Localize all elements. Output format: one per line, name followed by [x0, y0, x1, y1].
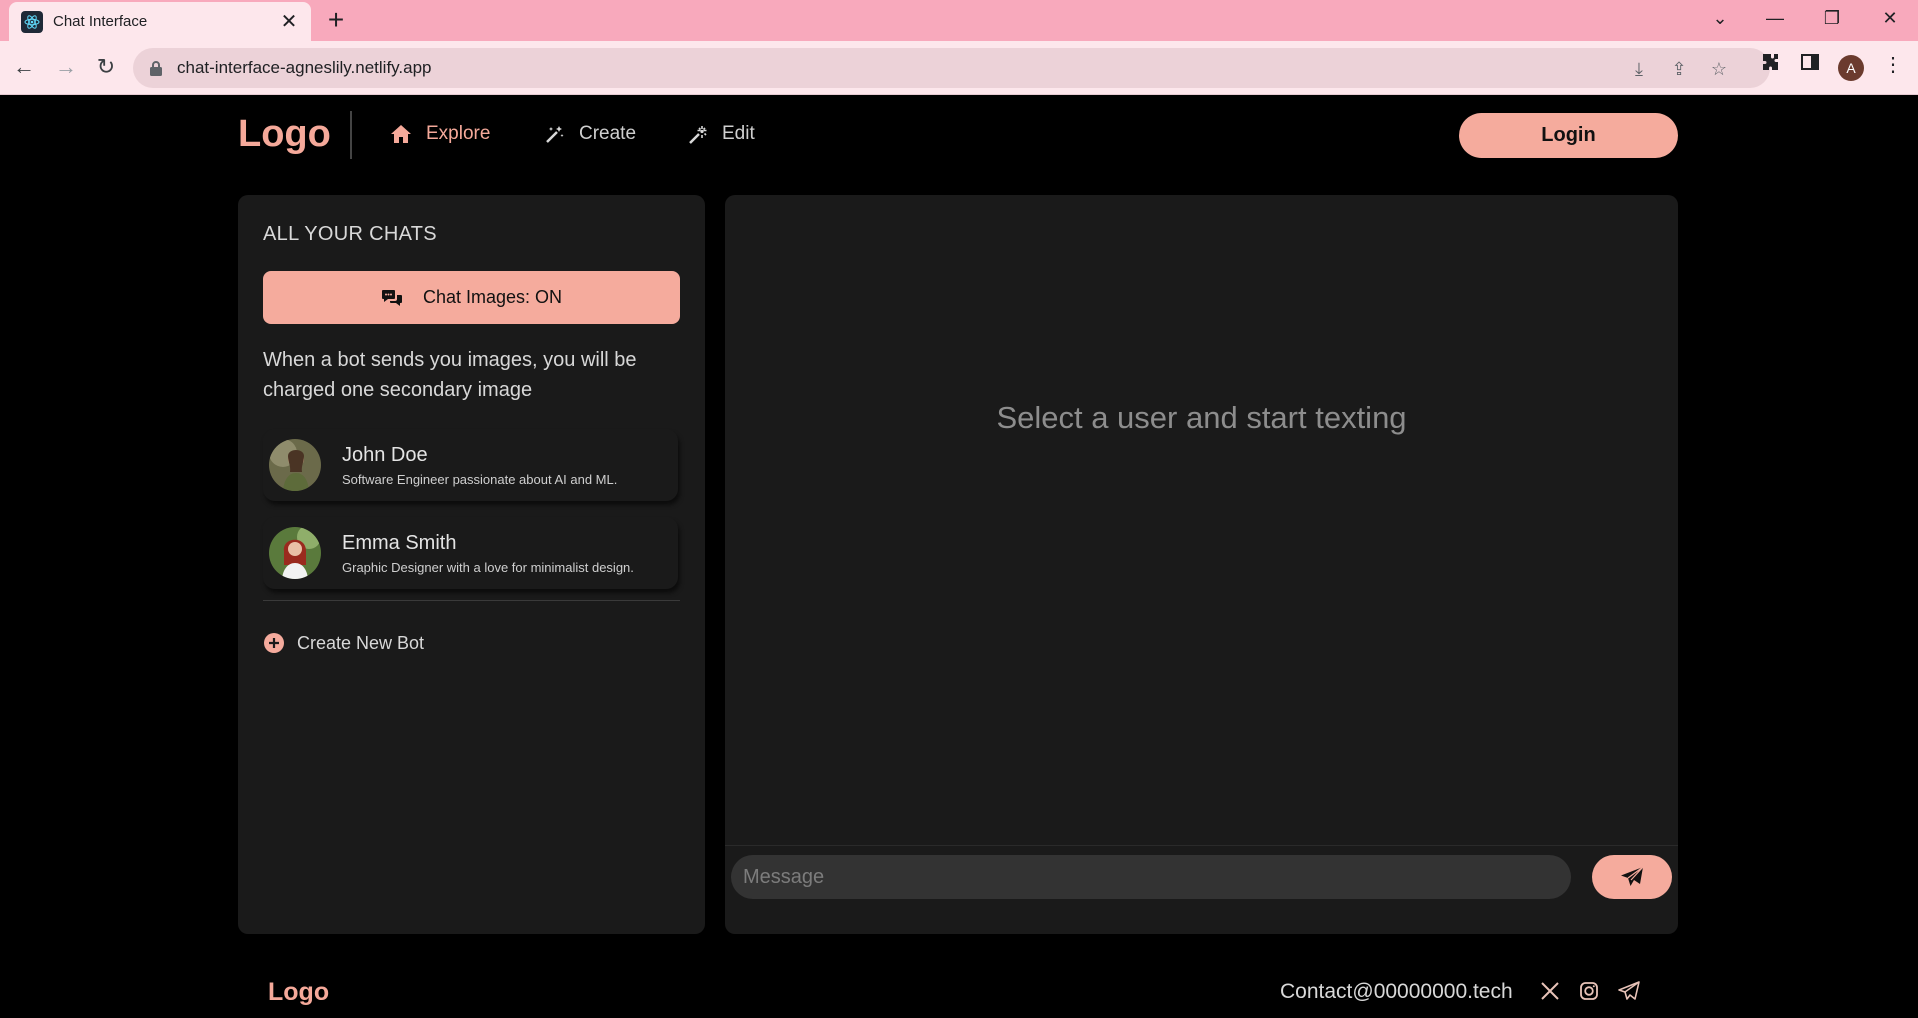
contact-description: Software Engineer passionate about AI an… — [342, 471, 618, 487]
nav-edit[interactable]: Edit — [688, 123, 755, 145]
nav-explore[interactable]: Explore — [390, 123, 490, 145]
profile-avatar[interactable]: A — [1838, 55, 1864, 81]
home-icon — [391, 125, 411, 143]
url-text: chat-interface-agneslily.netlify.app — [177, 58, 432, 77]
chat-panel: Select a user and start texting — [725, 195, 1678, 934]
magic-wand-icon — [546, 126, 564, 143]
install-app-icon[interactable]: ⤓ — [1628, 58, 1650, 80]
contact-item-john-doe[interactable]: John Doe Software Engineer passionate ab… — [263, 429, 678, 501]
image-charge-note: When a bot sends you images, you will be… — [263, 349, 637, 401]
sparkle-wand-icon — [689, 126, 707, 144]
nav-create-label: Create — [579, 123, 637, 144]
nav-edit-label: Edit — [722, 123, 755, 144]
tab-search-chevron-icon[interactable]: ⌄ — [1700, 4, 1740, 32]
empty-chat-message: Select a user and start texting — [996, 400, 1407, 435]
side-panel-icon[interactable] — [1797, 52, 1823, 78]
create-new-bot-button[interactable]: Create New Bot — [263, 632, 424, 654]
nav-explore-label: Explore — [426, 123, 491, 144]
contact-description: Graphic Designer with a love for minimal… — [342, 559, 634, 575]
header-divider — [350, 111, 352, 159]
message-input[interactable] — [731, 855, 1571, 899]
x-icon[interactable] — [1537, 978, 1563, 1004]
react-favicon-icon — [21, 10, 43, 33]
lock-icon — [150, 61, 162, 76]
contact-name: Emma Smith — [342, 531, 457, 554]
send-paper-plane-icon — [1621, 866, 1644, 886]
avatar — [269, 527, 321, 579]
url-omnibox[interactable]: chat-interface-agneslily.netlify.app ⤓ ⇪… — [133, 48, 1770, 88]
share-icon[interactable]: ⇪ — [1668, 58, 1690, 80]
header-logo[interactable]: Logo — [238, 113, 331, 156]
composer-divider — [725, 845, 1678, 846]
tab-title: Chat Interface — [53, 13, 148, 30]
back-arrow-icon[interactable]: ← — [10, 53, 38, 81]
contact-name: John Doe — [342, 443, 428, 466]
close-tab-icon[interactable]: ✕ — [279, 9, 299, 34]
extensions-puzzle-icon[interactable] — [1757, 52, 1783, 78]
minimize-button[interactable]: — — [1755, 4, 1795, 32]
instagram-icon[interactable] — [1576, 978, 1602, 1004]
telegram-icon[interactable] — [1616, 978, 1642, 1004]
contact-text: John Doe Software Engineer passionate ab… — [342, 444, 617, 487]
avatar — [269, 439, 321, 491]
contact-item-emma-smith[interactable]: Emma Smith Graphic Designer with a love … — [263, 517, 678, 589]
restore-button[interactable]: ❐ — [1812, 4, 1852, 32]
new-tab-button[interactable]: + — [322, 6, 350, 34]
nav-create[interactable]: Create — [545, 123, 636, 145]
chat-bubbles-icon — [381, 289, 402, 306]
close-window-button[interactable]: ✕ — [1870, 4, 1910, 32]
chat-images-toggle-label: Chat Images: ON — [422, 287, 563, 307]
bookmark-star-icon[interactable]: ☆ — [1708, 58, 1730, 80]
browser-address-bar: ← → ↻ chat-interface-agneslily.netlify.a… — [0, 41, 1918, 95]
send-button[interactable] — [1592, 855, 1672, 899]
create-new-bot-label: Create New Bot — [297, 632, 425, 653]
footer-logo[interactable]: Logo — [268, 978, 329, 1007]
reload-icon[interactable]: ↻ — [92, 53, 120, 81]
chat-images-toggle-button[interactable]: Chat Images: ON — [263, 271, 680, 324]
chats-sidebar: ALL YOUR CHATS Chat Images: ON When a bo… — [238, 195, 705, 934]
contact-text: Emma Smith Graphic Designer with a love … — [342, 532, 634, 575]
browser-tab-bar: Chat Interface ✕ + ⌄ — ❐ ✕ — [0, 0, 1918, 41]
forward-arrow-icon[interactable]: → — [52, 53, 80, 81]
footer-contact-email[interactable]: Contact@00000000.tech — [1280, 980, 1513, 1004]
plus-circle-icon — [264, 633, 284, 653]
login-button[interactable]: Login — [1459, 113, 1678, 158]
browser-menu-kebab-icon[interactable]: ⋮ — [1880, 52, 1906, 78]
sidebar-divider — [263, 600, 680, 601]
browser-tab[interactable]: Chat Interface ✕ — [9, 2, 311, 41]
app-root: Logo Explore Create Edit Login ALL YOUR … — [0, 95, 1918, 1018]
sidebar-heading: ALL YOUR CHATS — [263, 223, 437, 245]
